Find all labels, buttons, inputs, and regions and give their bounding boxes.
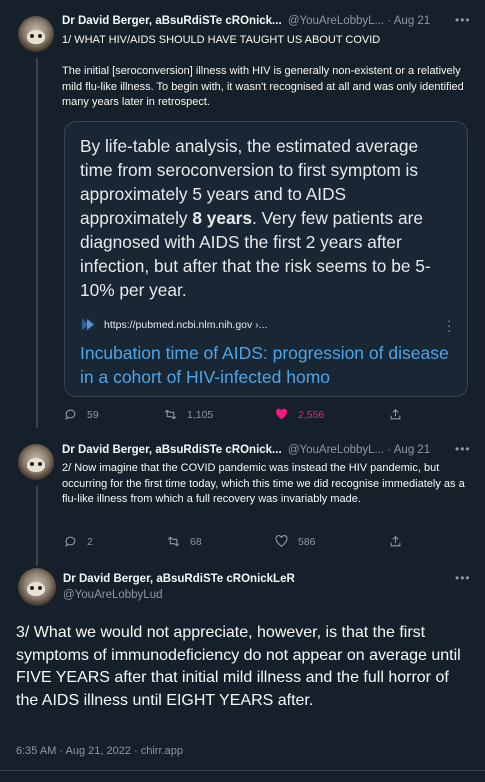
tweet-text: 2/ Now imagine that the COVID pandemic w… — [62, 462, 465, 505]
more-options-button[interactable]: ••• — [455, 571, 471, 585]
retweet-count: 1,105 — [187, 408, 214, 421]
tweet-text: 3/ What we would not appreciate, however… — [16, 624, 461, 709]
quote-bold: 8 years — [192, 208, 252, 228]
author-name[interactable]: Dr David Berger, aBsuRdiSTe cROnick... — [62, 444, 282, 456]
reply-icon — [65, 536, 76, 547]
retweet-button[interactable]: 1,105 — [164, 408, 213, 421]
thread-line — [36, 486, 38, 566]
site-favicon-icon — [80, 318, 96, 331]
like-button[interactable]: 586 — [275, 535, 316, 548]
author-handle[interactable]: @YouAreLobbyLud — [63, 589, 295, 601]
separator: · — [387, 15, 392, 27]
like-count: 586 — [298, 535, 316, 548]
author-handle[interactable]: @YouAreLobbyL... — [288, 444, 384, 456]
share-button[interactable] — [389, 535, 402, 548]
separator: · — [387, 444, 392, 456]
thread-line — [36, 58, 38, 428]
tweet-date[interactable]: Aug 21 — [394, 15, 430, 27]
share-icon — [390, 535, 401, 547]
card-url[interactable]: https://pubmed.ncbi.nlm.nih.gov ›... — [80, 318, 267, 331]
retweet-icon — [164, 409, 177, 420]
more-options-button[interactable]: ••• — [455, 13, 471, 27]
tweet-paragraph: The initial [seroconversion] illness wit… — [62, 65, 464, 108]
avatar[interactable] — [18, 16, 54, 52]
reply-button[interactable]: 2 — [64, 535, 93, 548]
tweet-timestamp[interactable]: 6:35 AM · Aug 21, 2022 · chirr.app — [16, 745, 183, 757]
card-title[interactable]: Incubation time of AIDS: progression of … — [80, 341, 460, 389]
divider — [0, 770, 485, 771]
tweet-text-line1: 1/ WHAT HIV/AIDS SHOULD HAVE TAUGHT US A… — [62, 34, 381, 46]
author-name[interactable]: Dr David Berger, aBsuRdiSTe cROnick... — [62, 15, 282, 27]
card-url-text: https://pubmed.ncbi.nlm.nih.gov ›... — [104, 318, 268, 331]
author-handle[interactable]: @YouAreLobbyL... — [288, 15, 384, 27]
link-card[interactable]: By life-table analysis, the estimated av… — [64, 121, 468, 397]
tweet-date[interactable]: Aug 21 — [394, 444, 430, 456]
tweet-2[interactable]: Dr David Berger, aBsuRdiSTe cROnick... @… — [0, 428, 485, 566]
reply-count: 2 — [87, 535, 93, 548]
tweet-1[interactable]: Dr David Berger, aBsuRdiSTe cROnick... @… — [0, 0, 485, 428]
like-count: 2,556 — [298, 408, 325, 421]
heart-icon — [275, 535, 288, 548]
card-quote: By life-table analysis, the estimated av… — [80, 134, 455, 302]
share-icon — [390, 408, 401, 420]
card-menu-icon[interactable]: · · · — [447, 314, 451, 337]
avatar[interactable] — [18, 444, 54, 480]
like-button[interactable]: 2,556 — [275, 408, 324, 421]
author-name[interactable]: Dr David Berger, aBsuRdiSTe cROnickLeR — [63, 573, 295, 585]
reply-icon — [65, 409, 76, 420]
tweet-header: Dr David Berger, aBsuRdiSTe cROnick... @… — [62, 15, 430, 27]
share-button[interactable] — [389, 408, 402, 421]
retweet-icon — [167, 536, 180, 547]
tweet-header: Dr David Berger, aBsuRdiSTe cROnickLeR @… — [63, 573, 295, 601]
more-options-button[interactable]: ••• — [455, 442, 471, 456]
avatar[interactable] — [18, 568, 56, 606]
retweet-count: 68 — [190, 535, 202, 548]
retweet-button[interactable]: 68 — [167, 535, 202, 548]
reply-button[interactable]: 59 — [64, 408, 99, 421]
heart-icon — [276, 408, 287, 420]
tweet-header: Dr David Berger, aBsuRdiSTe cROnick... @… — [62, 444, 430, 456]
reply-count: 59 — [87, 408, 99, 421]
